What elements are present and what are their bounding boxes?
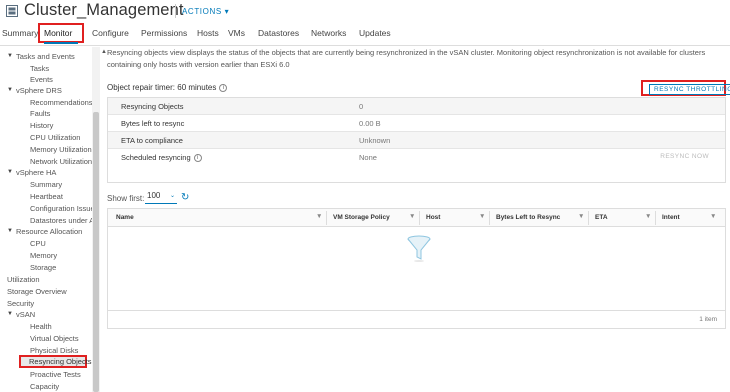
refresh-icon[interactable]: ↻ <box>181 192 189 203</box>
filter-icon[interactable]: ▼ <box>409 213 415 220</box>
sidebar-item-cpu-utilization[interactable]: CPU Utilization <box>30 133 80 142</box>
header-divider <box>175 4 176 18</box>
resync-objects-grid: Name ▼ VM Storage Policy ▼ Host ▼ Bytes … <box>107 208 726 329</box>
summary-row: Resyncing Objects 0 <box>108 98 725 115</box>
sidebar-item-events[interactable]: Events <box>30 75 53 84</box>
sidebar-item-memory[interactable]: Memory <box>30 251 57 260</box>
tab-bar: Summary Monitor Configure Permissions Ho… <box>0 24 730 46</box>
column-header-eta[interactable]: ETA <box>595 214 608 221</box>
resync-throttling-button[interactable]: RESYNC THROTTLING <box>641 80 730 96</box>
column-divider[interactable] <box>588 211 589 225</box>
repair-timer: Object repair timer: 60 minutes i <box>107 83 228 92</box>
info-icon[interactable]: i <box>219 83 228 92</box>
summary-row: Scheduled resyncing i None RESYNC NOW <box>108 149 725 166</box>
sidebar-item-storage-overview[interactable]: Storage Overview <box>7 287 67 296</box>
sidebar-item-recommendations[interactable]: Recommendations <box>30 98 93 107</box>
actions-menu-button[interactable]: ACTIONS ▾ <box>182 7 229 16</box>
tab-hosts[interactable]: Hosts <box>197 28 219 38</box>
active-tab-indicator <box>44 42 78 44</box>
resync-now-button[interactable]: RESYNC NOW <box>660 153 709 160</box>
info-icon[interactable]: i <box>193 154 202 163</box>
sidebar-item-tasks-and-events[interactable]: Tasks and Events <box>16 52 75 61</box>
column-header-name[interactable]: Name <box>116 214 134 221</box>
tab-vms[interactable]: VMs <box>228 28 245 38</box>
tab-networks[interactable]: Networks <box>311 28 346 38</box>
sidebar-item-tasks[interactable]: Tasks <box>30 64 49 73</box>
chevron-down-icon[interactable]: ▼ <box>7 53 13 59</box>
tab-summary[interactable]: Summary <box>2 28 38 38</box>
empty-filter-icon <box>407 235 431 262</box>
sidebar-item-resyncing-objects[interactable]: Resyncing Objects <box>19 355 92 368</box>
monitor-tab-highlight <box>38 23 84 43</box>
page-header: Cluster_Management ACTIONS ▾ <box>0 0 730 22</box>
chevron-down-icon[interactable]: ▼ <box>7 169 13 175</box>
sidebar-item-proactive-tests[interactable]: Proactive Tests <box>30 370 81 379</box>
sidebar-item-utilization[interactable]: Utilization <box>7 275 40 284</box>
sidebar-item-heartbeat[interactable]: Heartbeat <box>30 192 63 201</box>
chevron-down-icon[interactable]: ▼ <box>7 87 13 93</box>
sidebar-nav: ▼ Tasks and Events Tasks Events ▼ vSpher… <box>0 47 100 392</box>
sidebar-item-health[interactable]: Health <box>30 322 52 331</box>
sidebar-item-storage[interactable]: Storage <box>30 263 56 272</box>
summary-row: Bytes left to resync 0.00 B <box>108 115 725 132</box>
show-first-select[interactable]: 100 ⌄ <box>145 191 177 204</box>
sidebar-item-memory-utilization[interactable]: Memory Utilization <box>30 145 92 154</box>
sidebar-item-capacity[interactable]: Capacity <box>30 382 59 391</box>
filter-icon[interactable]: ▼ <box>578 213 584 220</box>
sidebar-item-security[interactable]: Security <box>7 299 34 308</box>
sidebar-item-resource-allocation[interactable]: Resource Allocation <box>16 227 82 236</box>
summary-row: ETA to compliance Unknown <box>108 132 725 149</box>
sidebar-item-configuration-issues[interactable]: Configuration Issues <box>30 204 98 213</box>
tab-configure[interactable]: Configure <box>92 28 129 38</box>
sidebar-item-cpu[interactable]: CPU <box>30 239 46 248</box>
cluster-icon <box>6 5 18 17</box>
sidebar-item-physical-disks[interactable]: Physical Disks <box>30 346 78 355</box>
resync-summary-table: Resyncing Objects 0 Bytes left to resync… <box>107 97 726 183</box>
collapse-arrow-icon[interactable]: ▲ <box>101 46 107 58</box>
sidebar-item-vsan[interactable]: vSAN <box>16 310 35 319</box>
column-divider[interactable] <box>419 211 420 225</box>
sidebar-item-vsphere-drs[interactable]: vSphere DRS <box>16 86 62 95</box>
column-header-intent[interactable]: Intent <box>662 214 680 221</box>
main-content: ▲ Resyncing objects view displays the st… <box>100 47 730 392</box>
column-divider[interactable] <box>655 211 656 225</box>
column-header-vm-storage-policy[interactable]: VM Storage Policy <box>333 214 390 221</box>
tab-permissions[interactable]: Permissions <box>141 28 187 38</box>
column-header-bytes-left-to-resync[interactable]: Bytes Left to Resync <box>496 214 560 221</box>
sidebar-item-virtual-objects[interactable]: Virtual Objects <box>30 334 79 343</box>
grid-footer: 1 item <box>108 310 725 328</box>
sidebar-scroll-thumb[interactable] <box>93 112 99 392</box>
sidebar-item-vsphere-ha[interactable]: vSphere HA <box>16 168 56 177</box>
sidebar-item-history[interactable]: History <box>30 121 53 130</box>
show-first-label: Show first: <box>107 194 145 203</box>
column-header-host[interactable]: Host <box>426 214 440 221</box>
tab-datastores[interactable]: Datastores <box>258 28 299 38</box>
filter-icon[interactable]: ▼ <box>479 213 485 220</box>
sidebar-item-faults[interactable]: Faults <box>30 109 50 118</box>
info-text: ▲ Resyncing objects view displays the st… <box>101 48 706 69</box>
chevron-down-icon: ⌄ <box>169 193 175 199</box>
column-divider[interactable] <box>489 211 490 225</box>
sidebar-item-label: Resyncing Objects <box>29 357 92 366</box>
grid-header: Name ▼ VM Storage Policy ▼ Host ▼ Bytes … <box>108 209 725 227</box>
column-divider[interactable] <box>326 211 327 225</box>
chevron-down-icon[interactable]: ▼ <box>7 228 13 234</box>
chevron-down-icon[interactable]: ▼ <box>7 311 13 317</box>
tab-updates[interactable]: Updates <box>359 28 391 38</box>
sidebar-item-ha-summary[interactable]: Summary <box>30 180 62 189</box>
filter-icon[interactable]: ▼ <box>316 213 322 220</box>
item-count: 1 item <box>699 316 717 323</box>
page-title: Cluster_Management <box>24 1 184 19</box>
filter-icon[interactable]: ▼ <box>710 213 716 220</box>
sidebar-item-network-utilization[interactable]: Network Utilization <box>30 157 92 166</box>
filter-icon[interactable]: ▼ <box>645 213 651 220</box>
sidebar-item-datastores-under-apd[interactable]: Datastores under A... <box>30 216 100 225</box>
